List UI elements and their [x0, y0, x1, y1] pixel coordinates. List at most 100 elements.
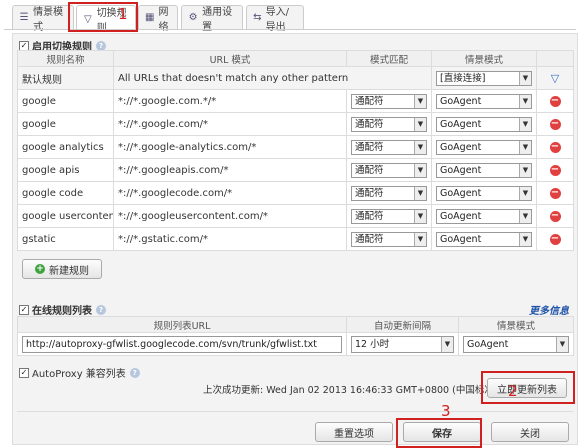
tab-import-export[interactable]: ⇆ 导入/导出	[246, 5, 304, 33]
rule-profile-select[interactable]: GoAgent ▼	[436, 185, 532, 201]
tab-profiles[interactable]: ☰ 情景模式	[12, 5, 74, 33]
chevron-down-icon: ▼	[441, 336, 453, 352]
list-icon: ☰	[19, 12, 29, 23]
highlight-box-2	[481, 371, 575, 404]
rule-name[interactable]: google	[17, 89, 114, 113]
chevron-down-icon: ▼	[414, 186, 426, 200]
rule-profile-select[interactable]: GoAgent ▼	[436, 116, 532, 132]
rule-url-pattern[interactable]: *://*.google.com.*/*	[113, 89, 347, 113]
rule-url-pattern[interactable]: *://*.google.com/*	[113, 112, 347, 136]
rule-row: gstatic *://*.gstatic.com/* 通配符 ▼ GoAgent ▼ −	[17, 227, 574, 251]
more-info-link[interactable]: 更多信息	[529, 302, 569, 317]
enable-online-rules[interactable]: ✓ 在线规则列表 ?	[19, 302, 106, 317]
help-icon[interactable]: ?	[129, 367, 140, 378]
tab-network[interactable]: ▦ 网络	[138, 5, 178, 33]
default-rule-profile-select[interactable]: [直接连接] ▼	[436, 70, 532, 86]
reset-options-button[interactable]: 重置选项	[315, 422, 393, 442]
rule-row: google analytics *://*.google-analytics.c…	[17, 135, 574, 159]
chevron-down-icon: ▼	[414, 140, 426, 154]
delete-rule-icon[interactable]: −	[549, 142, 561, 153]
rule-name[interactable]: google usercontent	[17, 204, 114, 228]
rule-profile-select[interactable]: GoAgent ▼	[436, 139, 532, 155]
rule-url-pattern[interactable]: *://*.googlecode.com/*	[113, 181, 347, 205]
annotation-number-3: 3	[441, 402, 451, 420]
new-rule-button[interactable]: + 新建规则	[22, 259, 102, 279]
chevron-down-icon: ▼	[519, 117, 531, 131]
rule-list-url-input[interactable]: http://autoproxy-gfwlist.googlecode.com/…	[22, 335, 342, 353]
default-rule-name: 默认规则	[17, 66, 114, 90]
footer-divider	[17, 411, 573, 412]
help-icon[interactable]: ?	[96, 40, 106, 51]
online-rules-table: 规则列表URL 自动更新间隔 情景模式 http://autoproxy-gfw…	[17, 316, 574, 356]
add-icon: +	[35, 264, 45, 274]
pattern-match-select[interactable]: 通配符 ▼	[351, 162, 427, 178]
rule-url-pattern[interactable]: *://*.googleusercontent.com/*	[113, 204, 347, 228]
chevron-down-icon: ▼	[414, 163, 426, 177]
pattern-match-select[interactable]: 通配符 ▼	[351, 231, 427, 247]
rule-name[interactable]: google code	[17, 181, 114, 205]
chevron-down-icon: ▼	[519, 94, 531, 108]
pattern-match-select[interactable]: 通配符 ▼	[351, 116, 427, 132]
delete-rule-icon[interactable]: −	[549, 211, 561, 222]
rule-row: google *://*.google.com.*/* 通配符 ▼ GoAgent ▼ −	[17, 89, 574, 113]
rules-table-header: 规则名称 URL 模式 模式匹配 情景模式	[17, 50, 574, 67]
chevron-down-icon: ▼	[519, 163, 531, 177]
delete-rule-icon[interactable]: −	[549, 165, 561, 176]
help-icon[interactable]: ?	[96, 304, 106, 315]
col-pattern-match: 模式匹配	[346, 50, 432, 67]
import-export-icon: ⇆	[253, 12, 262, 23]
chevron-down-icon: ▼	[414, 232, 426, 246]
close-button[interactable]: 关闭	[491, 422, 569, 442]
online-profile-select[interactable]: GoAgent ▼	[463, 335, 569, 353]
online-rules-header: 规则列表URL 自动更新间隔 情景模式	[17, 316, 574, 333]
chevron-down-icon: ▼	[556, 336, 568, 352]
rule-name[interactable]: google apis	[17, 158, 114, 182]
chevron-down-icon: ▼	[414, 117, 426, 131]
rule-name[interactable]: google analytics	[17, 135, 114, 159]
pattern-match-select[interactable]: 通配符 ▼	[351, 139, 427, 155]
rule-profile-select[interactable]: GoAgent ▼	[436, 231, 532, 247]
rule-name[interactable]: gstatic	[17, 227, 114, 251]
delete-rule-icon[interactable]: −	[549, 234, 561, 245]
rule-row: google apis *://*.googleapis.com/* 通配符 ▼ GoA…	[17, 158, 574, 182]
autoproxy-checkbox[interactable]: ✓	[19, 367, 29, 378]
default-rule-url: All URLs that doesn't match any other pa…	[113, 66, 432, 90]
col-update-interval: 自动更新间隔	[346, 316, 459, 333]
rules-table: 规则名称 URL 模式 模式匹配 情景模式 默认规则 All URLs that…	[17, 50, 574, 251]
enable-online-rules-checkbox[interactable]: ✓	[19, 304, 29, 315]
delete-rule-icon[interactable]: −	[549, 188, 561, 199]
default-rule-row: 默认规则 All URLs that doesn't match any oth…	[17, 66, 574, 90]
delete-rule-icon[interactable]: −	[549, 119, 561, 130]
rule-name[interactable]: google	[17, 112, 114, 136]
tab-label: 导入/导出	[265, 6, 290, 33]
delete-rule-icon[interactable]: −	[549, 96, 561, 107]
rule-url-pattern[interactable]: *://*.google-analytics.com/*	[113, 135, 347, 159]
enable-online-rules-label: 在线规则列表	[32, 306, 92, 317]
tab-label: 网络	[158, 6, 169, 33]
rule-row: google *://*.google.com/* 通配符 ▼ GoAgent ▼ −	[17, 112, 574, 136]
rule-row: google code *://*.googlecode.com/* 通配符 ▼ GoA…	[17, 181, 574, 205]
update-interval-select[interactable]: 12 小时 ▼	[351, 335, 454, 353]
tab-label: 情景模式	[33, 6, 64, 33]
col-profile: 情景模式	[431, 50, 537, 67]
col-online-profile: 情景模式	[458, 316, 574, 333]
highlight-box-3	[396, 418, 482, 448]
autoproxy-compatible[interactable]: ✓ AutoProxy 兼容列表 ?	[19, 365, 140, 380]
pattern-match-select[interactable]: 通配符 ▼	[351, 208, 427, 224]
chevron-down-icon: ▼	[519, 232, 531, 246]
chevron-down-icon: ▼	[414, 94, 426, 108]
last-update-text: 上次成功更新: Wed Jan 02 2013 16:46:33 GMT+080…	[203, 385, 517, 396]
pattern-match-select[interactable]: 通配符 ▼	[351, 185, 427, 201]
rule-profile-select[interactable]: GoAgent ▼	[436, 93, 532, 109]
rule-url-pattern[interactable]: *://*.gstatic.com/*	[113, 227, 347, 251]
rule-profile-select[interactable]: GoAgent ▼	[436, 208, 532, 224]
tab-general-settings[interactable]: ⚙ 通用设置	[181, 5, 243, 33]
annotation-number-2: 2	[508, 382, 518, 400]
annotation-number-1: 1	[118, 5, 128, 23]
enable-switch-rules-checkbox[interactable]: ✓	[19, 40, 29, 51]
col-url-pattern: URL 模式	[113, 50, 347, 67]
rule-profile-select[interactable]: GoAgent ▼	[436, 162, 532, 178]
rule-url-pattern[interactable]: *://*.googleapis.com/*	[113, 158, 347, 182]
pattern-match-select[interactable]: 通配符 ▼	[351, 93, 427, 109]
filter-icon[interactable]: ▽	[551, 72, 559, 85]
